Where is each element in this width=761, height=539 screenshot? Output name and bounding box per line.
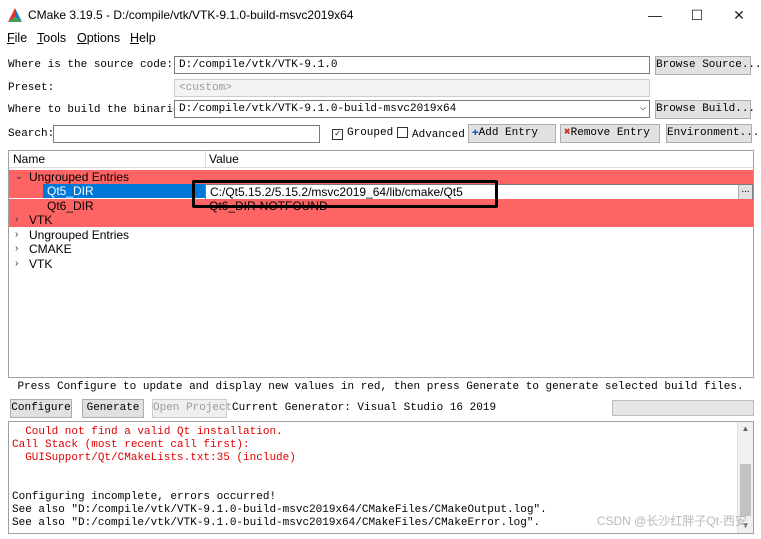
output-log[interactable]: Could not find a valid Qt installation. …	[8, 421, 754, 534]
menu-tools[interactable]: Tools	[37, 31, 66, 45]
chevron-right-icon[interactable]: ›	[15, 228, 18, 242]
grouped-checkbox[interactable]: ✓ Grouped	[332, 127, 393, 140]
preset-value: <custom>	[179, 82, 232, 94]
tree-header: Name Value	[9, 151, 753, 168]
unchecked-box-icon	[397, 127, 408, 138]
remove-x-icon: ✖	[564, 127, 571, 139]
chevron-right-icon[interactable]: ›	[15, 242, 18, 256]
column-divider[interactable]	[205, 151, 206, 168]
environment-button[interactable]: Environment...	[666, 124, 759, 143]
tree-group-vtk[interactable]: › VTK	[9, 257, 753, 271]
source-label: Where is the source code:	[8, 59, 174, 71]
advanced-label: Advanced	[412, 129, 465, 141]
selected-entry-name[interactable]: Qt5_DIR	[43, 184, 205, 198]
log-line: Call Stack (most recent call first):	[12, 439, 250, 451]
browse-dots-button[interactable]: ...	[738, 185, 752, 199]
source-path-input[interactable]: D:/compile/vtk/VTK-9.1.0	[174, 56, 650, 74]
tree-group-vtk-red[interactable]: › VTK	[9, 213, 753, 227]
close-button[interactable]: ✕	[724, 4, 754, 26]
build-path-value: D:/compile/vtk/VTK-9.1.0-build-msvc2019x…	[179, 103, 457, 115]
log-line: See also "D:/compile/vtk/VTK-9.1.0-build…	[12, 517, 541, 529]
group-label: Ungrouped Entries	[29, 170, 130, 184]
grouped-label: Grouped	[347, 127, 394, 139]
tree-group-ungrouped[interactable]: › Ungrouped Entries	[9, 228, 753, 242]
maximize-button[interactable]: ☐	[682, 4, 712, 26]
menu-file[interactable]: File	[7, 31, 27, 45]
log-line: GUISupport/Qt/CMakeLists.txt:35 (include…	[12, 452, 296, 464]
group-label: VTK	[29, 213, 53, 227]
progress-bar	[612, 400, 754, 416]
plus-icon: ✚	[472, 127, 479, 139]
preset-select[interactable]: <custom>	[174, 79, 650, 97]
current-generator-text: Current Generator: Visual Studio 16 2019	[232, 402, 497, 414]
browse-build-button[interactable]: Browse Build...	[655, 100, 755, 119]
window-title: CMake 3.19.5 - D:/compile/vtk/VTK-9.1.0-…	[28, 8, 354, 22]
entry-name: Qt5_DIR	[47, 184, 94, 198]
column-name-header[interactable]: Name	[13, 152, 45, 166]
watermark: CSDN @长沙红胖子Qt-西安	[596, 514, 747, 528]
log-line: See also "D:/compile/vtk/VTK-9.1.0-build…	[12, 504, 547, 516]
menu-file-accel: F	[7, 31, 15, 45]
chevron-right-icon[interactable]: ›	[15, 213, 18, 227]
add-entry-label: Add Entry	[478, 127, 539, 139]
generate-button[interactable]: Generate	[82, 399, 144, 418]
remove-entry-button[interactable]: ✖Remove Entry	[560, 124, 660, 143]
annotation-highlight-box	[192, 180, 498, 208]
entry-name: Qt6_DIR	[47, 199, 94, 213]
chevron-right-icon[interactable]: ›	[15, 257, 18, 271]
search-label: Search:	[8, 128, 55, 140]
open-project-button[interactable]: Open Project	[152, 399, 232, 418]
scroll-up-icon[interactable]: ▲	[738, 422, 753, 436]
scrollbar-thumb[interactable]	[740, 464, 751, 516]
tree-group-cmake[interactable]: › CMAKE	[9, 242, 753, 256]
browse-source-button[interactable]: Browse Source...	[655, 56, 761, 75]
configure-button[interactable]: Configure	[10, 399, 72, 418]
build-path-combo[interactable]: D:/compile/vtk/VTK-9.1.0-build-msvc2019x…	[174, 100, 650, 118]
group-label: VTK	[29, 257, 53, 271]
configure-hint-text: Press Configure to update and display ne…	[17, 381, 744, 393]
group-label: CMAKE	[29, 242, 72, 256]
check-icon: ✓	[332, 129, 343, 140]
group-label: Ungrouped Entries	[29, 228, 130, 242]
menu-help[interactable]: Help	[130, 31, 156, 45]
log-line: Configuring incomplete, errors occurred!	[12, 491, 277, 503]
menu-options-accel: O	[77, 31, 87, 45]
menu-options[interactable]: Options	[77, 31, 120, 45]
menu-file-label: ile	[14, 31, 28, 45]
log-line: Could not find a valid Qt installation.	[12, 426, 283, 438]
menu-tools-label: ools	[43, 31, 67, 45]
minimize-button[interactable]: —	[640, 4, 670, 26]
search-input[interactable]	[53, 125, 320, 143]
chevron-down-icon[interactable]: ⌄	[15, 170, 23, 184]
preset-label: Preset:	[8, 82, 55, 94]
add-entry-button[interactable]: ✚Add Entry	[468, 124, 556, 143]
column-value-header[interactable]: Value	[209, 152, 239, 166]
menu-help-label: elp	[139, 31, 156, 45]
remove-entry-label: Remove Entry	[570, 127, 650, 139]
title-bar: CMake 3.19.5 - D:/compile/vtk/VTK-9.1.0-…	[0, 0, 761, 30]
cmake-logo-icon	[8, 8, 22, 22]
build-label: Where to build the binaries:	[8, 104, 193, 116]
advanced-checkbox[interactable]: Advanced	[397, 127, 465, 141]
menu-help-accel: H	[130, 31, 140, 45]
menu-bar: File Tools Options Help	[0, 30, 761, 48]
chevron-down-icon[interactable]: ⌵	[640, 102, 646, 114]
menu-options-label: ptions	[86, 31, 121, 45]
